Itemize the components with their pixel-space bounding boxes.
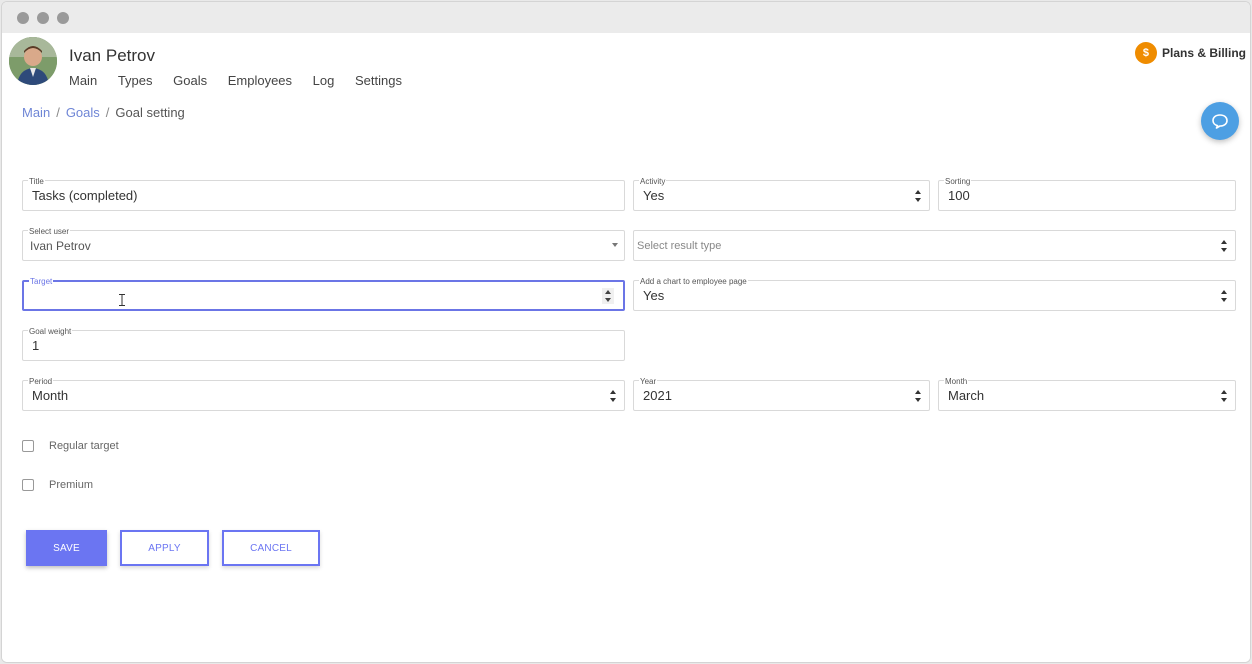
add-chart-value: Yes [643, 288, 665, 303]
title-label: Title [28, 177, 45, 186]
save-button[interactable]: SAVE [26, 530, 107, 566]
premium-label: Premium [49, 479, 94, 491]
checkbox-box[interactable] [22, 440, 34, 452]
select-arrows-icon [610, 390, 617, 402]
sorting-label: Sorting [944, 177, 972, 186]
result-type-placeholder: Select result type [637, 240, 722, 252]
nav-item-settings[interactable]: Settings [355, 73, 402, 88]
period-value: Month [32, 388, 69, 403]
regular-target-checkbox[interactable]: Regular target [22, 440, 119, 452]
target-input[interactable]: Target [22, 277, 625, 311]
minimize-window-dot[interactable] [37, 12, 49, 24]
close-window-dot[interactable] [17, 12, 29, 24]
dollar-coin-icon: $ [1134, 42, 1157, 64]
chevron-down-icon [612, 243, 618, 247]
select-arrows-icon [915, 190, 922, 202]
goal-weight-label: Goal weight [28, 327, 73, 336]
nav-item-employees[interactable]: Employees [228, 73, 292, 88]
apply-button[interactable]: APPLY [120, 530, 209, 566]
select-arrows-icon [1221, 390, 1228, 402]
premium-checkbox[interactable]: Premium [22, 479, 93, 491]
nav-item-types[interactable]: Types [118, 73, 153, 88]
year-label: Year [639, 377, 658, 386]
regular-target-label: Regular target [49, 440, 119, 452]
chat-bubble-icon [1212, 114, 1228, 129]
nav-item-log[interactable]: Log [313, 73, 335, 88]
spin-up-icon[interactable] [602, 288, 614, 296]
sorting-value: 100 [948, 188, 970, 203]
activity-label: Activity [639, 177, 667, 186]
month-label: Month [944, 377, 969, 386]
main-nav: Main Types Goals Employees Log Settings [69, 73, 419, 88]
breadcrumb-goals[interactable]: Goals [66, 105, 100, 120]
add-chart-select[interactable]: Add a chart to employee page Yes [633, 277, 1236, 311]
sorting-field[interactable]: Sorting 100 [938, 177, 1236, 211]
goal-weight-field[interactable]: Goal weight 1 [22, 327, 625, 361]
breadcrumb-separator: / [56, 105, 60, 120]
breadcrumb-current: Goal setting [115, 105, 185, 120]
number-spinner[interactable] [602, 288, 614, 304]
month-select[interactable]: Month March [938, 377, 1236, 411]
select-arrows-icon [1221, 240, 1228, 252]
maximize-window-dot[interactable] [57, 12, 69, 24]
period-label: Period [28, 377, 54, 386]
nav-item-main[interactable]: Main [69, 73, 97, 88]
breadcrumb-main[interactable]: Main [22, 105, 50, 120]
window-titlebar [2, 2, 1250, 33]
month-value: March [948, 388, 985, 403]
text-cursor-icon [119, 294, 125, 306]
chat-button[interactable] [1201, 102, 1239, 140]
nav-item-goals[interactable]: Goals [173, 73, 207, 88]
avatar[interactable] [9, 37, 57, 85]
period-select[interactable]: Period Month [22, 377, 625, 411]
goal-weight-value: 1 [32, 338, 40, 353]
plans-billing-label: Plans & Billing [1161, 46, 1246, 60]
select-user-value: Ivan Petrov [30, 239, 91, 253]
select-user-dropdown[interactable]: Select user Ivan Petrov [22, 227, 625, 261]
cancel-button[interactable]: CANCEL [222, 530, 320, 566]
select-arrows-icon [1221, 290, 1228, 302]
year-select[interactable]: Year 2021 [633, 377, 930, 411]
title-value: Tasks (completed) [32, 188, 138, 203]
breadcrumb: Main / Goals / Goal setting [22, 105, 185, 120]
select-arrows-icon [915, 390, 922, 402]
result-type-select[interactable]: Select result type [633, 230, 1236, 261]
select-user-label: Select user [28, 227, 71, 236]
spin-down-icon[interactable] [602, 296, 614, 304]
browser-window: Ivan Petrov Main Types Goals Employees L… [1, 1, 1251, 663]
checkbox-box[interactable] [22, 479, 34, 491]
plans-billing-link[interactable]: $ Plans & Billing [1134, 42, 1246, 64]
title-field[interactable]: Title Tasks (completed) [22, 177, 625, 211]
activity-select[interactable]: Activity Yes [633, 177, 930, 211]
activity-value: Yes [643, 188, 665, 203]
year-value: 2021 [643, 388, 672, 403]
breadcrumb-separator: / [105, 105, 110, 120]
target-label: Target [29, 277, 54, 286]
add-chart-label: Add a chart to employee page [639, 277, 748, 286]
app-content: Ivan Petrov Main Types Goals Employees L… [2, 33, 1250, 662]
user-name: Ivan Petrov [69, 46, 155, 65]
